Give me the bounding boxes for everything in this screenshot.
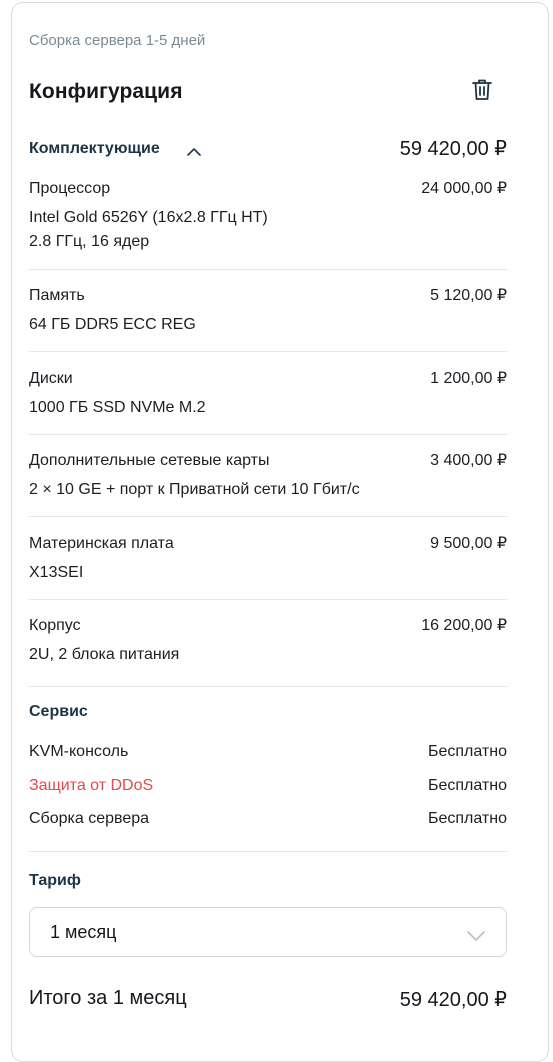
component-price: 5 120,00 ₽ (430, 287, 507, 304)
total-label: Итого за 1 месяц (29, 987, 187, 1009)
chevron-down-icon (466, 926, 486, 941)
page-title: Конфигурация (29, 80, 183, 103)
configuration-card (11, 2, 549, 1062)
components-toggle[interactable]: Комплектующие (29, 140, 202, 158)
tariff-select[interactable]: 1 месяц (29, 907, 507, 957)
tariff-selected-value: 1 месяц (50, 921, 117, 942)
total-value: 59 420,00 ₽ (399, 989, 507, 1011)
trash-icon[interactable] (469, 76, 495, 104)
service-price: Бесплатно (427, 777, 507, 794)
service-name: Сборка сервера (29, 810, 150, 827)
component-desc: 2 × 10 GE + порт к Приватной сети 10 Гби… (29, 481, 360, 498)
build-time-note: Сборка сервера 1-5 дней (29, 32, 206, 49)
service-price: Бесплатно (427, 743, 507, 760)
component-desc: Intel Gold 6526Y (16x2.8 ГГц HT) (29, 209, 268, 226)
component-name: Корпус (29, 617, 81, 634)
component-row-cpu: Процессор 24 000,00 ₽ Intel Gold 6526Y (… (29, 178, 507, 254)
service-row-ddos: Защита от DDoS Бесплатно (29, 775, 507, 797)
component-row-chassis: Корпус 16 200,00 ₽ 2U, 2 блока питания (29, 615, 507, 667)
service-row-assembly: Сборка сервера Бесплатно (29, 808, 507, 830)
divider (29, 851, 507, 852)
component-name: Диски (29, 370, 73, 387)
total-summary: Итого за 1 месяц 59 420,00 ₽ (29, 987, 507, 1012)
component-desc: 2U, 2 блока питания (29, 646, 180, 663)
component-price: 3 400,00 ₽ (430, 452, 507, 469)
divider (29, 434, 507, 435)
component-name: Процессор (29, 180, 111, 197)
components-header: Комплектующие 59 420,00 ₽ (29, 136, 507, 161)
divider (29, 516, 507, 517)
component-row-network: Дополнительные сетевые карты 3 400,00 ₽ … (29, 450, 507, 502)
component-row-motherboard: Материнская плата 9 500,00 ₽ X13SEI (29, 533, 507, 585)
component-desc: X13SEI (29, 564, 84, 581)
components-label: Комплектующие (29, 139, 160, 157)
service-price: Бесплатно (427, 810, 507, 827)
chevron-up-icon[interactable] (186, 144, 202, 156)
component-row-memory: Память 5 120,00 ₽ 64 ГБ DDR5 ECC REG (29, 285, 507, 337)
divider (29, 351, 507, 352)
components-total: 59 420,00 ₽ (399, 138, 507, 160)
ddos-protection-link[interactable]: Защита от DDoS (29, 775, 153, 797)
divider (29, 599, 507, 600)
component-name: Материнская плата (29, 535, 174, 552)
component-name: Дополнительные сетевые карты (29, 452, 270, 469)
service-row-kvm: KVM-консоль Бесплатно (29, 741, 507, 763)
component-price: 1 200,00 ₽ (430, 370, 507, 387)
tariff-label: Тариф (29, 872, 81, 889)
component-desc: 64 ГБ DDR5 ECC REG (29, 316, 196, 333)
component-desc-extra: 2.8 ГГц, 16 ядер (29, 233, 150, 250)
component-price: 16 200,00 ₽ (421, 617, 507, 634)
component-price: 9 500,00 ₽ (430, 535, 507, 552)
component-name: Память (29, 287, 85, 304)
service-label: Сервис (29, 703, 88, 720)
component-row-disks: Диски 1 200,00 ₽ 1000 ГБ SSD NVMe M.2 (29, 368, 507, 420)
service-name: KVM-консоль (29, 743, 129, 760)
component-price: 24 000,00 ₽ (421, 180, 507, 197)
divider (29, 269, 507, 270)
divider (29, 686, 507, 687)
component-desc: 1000 ГБ SSD NVMe M.2 (29, 399, 206, 416)
